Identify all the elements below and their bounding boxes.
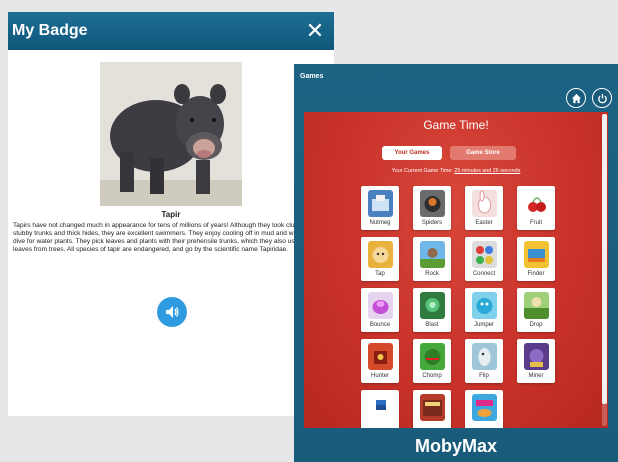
bounce-game-icon xyxy=(368,292,393,319)
mobymax-window: Games Game Time! Your Games Game Store Y… xyxy=(294,64,618,462)
rock-game-icon xyxy=(420,241,445,268)
easter-game-icon xyxy=(472,190,497,217)
game-grid: Nutmeg Spiders Easter Fruit Tap Rock Con… xyxy=(361,186,555,428)
game-time-panel: Game Time! Your Games Game Store Your Cu… xyxy=(304,112,608,428)
game-tile-tap[interactable]: Tap xyxy=(361,237,399,281)
game-tile-fruit[interactable]: Fruit xyxy=(517,186,555,230)
hunter-game-icon xyxy=(368,343,393,370)
chomp-game-icon xyxy=(420,343,445,370)
game-tile-miner[interactable]: Miner xyxy=(517,339,555,383)
badge-header: My Badge ✕ xyxy=(8,12,334,50)
spiders-game-icon xyxy=(420,190,445,217)
mobymax-topbar: Games xyxy=(294,64,618,88)
game-time-readout: Your Current Game Time: 25 minutes and 2… xyxy=(304,168,608,174)
animal-description: Tapirs have not changed much in appearan… xyxy=(13,222,334,254)
blast-game-icon xyxy=(420,292,445,319)
panel-title: Game Time! xyxy=(423,118,489,132)
connect-game-icon xyxy=(472,241,497,268)
game-label: Chomp xyxy=(422,373,442,379)
game-tile-hunter[interactable]: Hunter xyxy=(361,339,399,383)
game-tabs: Your Games Game Store xyxy=(382,146,516,160)
nutmeg-game-icon xyxy=(368,190,393,217)
game-icon xyxy=(420,394,445,421)
tap-game-icon xyxy=(368,241,393,268)
game-tile-rock[interactable]: Rock xyxy=(413,237,451,281)
game-tile-easter[interactable]: Easter xyxy=(465,186,503,230)
game-label: Jumper xyxy=(473,322,494,328)
game-label: Spiders xyxy=(421,220,443,226)
flip-game-icon xyxy=(472,343,497,370)
game-label: Rock xyxy=(425,271,439,277)
game-label: Blast xyxy=(425,322,439,328)
brand-logo: MobyMax xyxy=(414,435,497,456)
game-label: Bounce xyxy=(369,322,391,328)
game-label: Hunter xyxy=(370,373,389,379)
game-tile-finder[interactable]: Finder xyxy=(517,237,555,281)
fruit-game-icon xyxy=(524,190,549,217)
mobymax-footer: MobyMax xyxy=(294,430,618,462)
game-label: Connect xyxy=(472,271,496,277)
game-time-label: Your Current Game Time: xyxy=(391,168,453,174)
blocks-game-icon xyxy=(368,394,393,421)
game-tile[interactable] xyxy=(413,390,451,428)
game-tile-spiders[interactable]: Spiders xyxy=(413,186,451,230)
animal-name: Tapir xyxy=(161,210,181,219)
game-label: Drop xyxy=(529,322,543,328)
jumper-game-icon xyxy=(472,292,497,319)
tab-your-games[interactable]: Your Games xyxy=(382,146,442,160)
game-label: Tap xyxy=(375,271,385,277)
fish-game-icon xyxy=(472,394,497,421)
game-tile[interactable] xyxy=(465,390,503,428)
game-time-value[interactable]: 25 minutes and 26 seconds xyxy=(454,168,520,174)
tab-game-store[interactable]: Game Store xyxy=(450,146,516,160)
game-list-scrollbar[interactable] xyxy=(602,114,607,426)
finder-game-icon xyxy=(524,241,549,268)
scrollbar-thumb[interactable] xyxy=(602,114,607,404)
game-label: Fruit xyxy=(530,220,542,226)
drop-game-icon xyxy=(524,292,549,319)
game-label: Flip xyxy=(479,373,489,379)
game-tile[interactable] xyxy=(361,390,399,428)
game-tile-flip[interactable]: Flip xyxy=(465,339,503,383)
game-tile-blast[interactable]: Blast xyxy=(413,288,451,332)
game-label: Miner xyxy=(528,373,544,379)
game-tile-jumper[interactable]: Jumper xyxy=(465,288,503,332)
game-tile-drop[interactable]: Drop xyxy=(517,288,555,332)
power-icon[interactable] xyxy=(592,88,612,108)
topbar-title: Games xyxy=(300,72,324,80)
game-label: Finder xyxy=(527,271,545,277)
home-icon[interactable] xyxy=(566,88,586,108)
top-actions xyxy=(566,88,612,108)
game-tile-bounce[interactable]: Bounce xyxy=(361,288,399,332)
badge-dialog: My Badge ✕ Tapir Tapirs have not changed… xyxy=(8,12,334,416)
game-label: Nutmeg xyxy=(369,220,391,226)
game-tile-chomp[interactable]: Chomp xyxy=(413,339,451,383)
game-label: Easter xyxy=(475,220,493,226)
tapir-image xyxy=(100,62,242,206)
game-tile-nutmeg[interactable]: Nutmeg xyxy=(361,186,399,230)
close-icon[interactable]: ✕ xyxy=(304,20,326,42)
badge-title: My Badge xyxy=(12,22,88,39)
game-tile-connect[interactable]: Connect xyxy=(465,237,503,281)
speaker-icon[interactable] xyxy=(157,297,187,327)
miner-game-icon xyxy=(524,343,549,370)
